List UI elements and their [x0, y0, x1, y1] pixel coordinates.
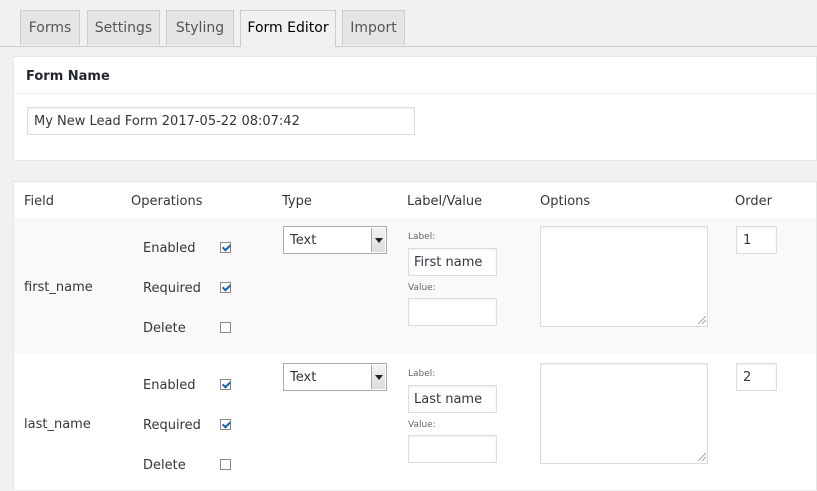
- type-select[interactable]: Text: [283, 363, 387, 391]
- type-select-value: Text: [290, 370, 317, 385]
- field-name: first_name: [24, 280, 93, 295]
- label-caption: Label:: [408, 369, 436, 379]
- fields-panel: Field Operations Type Label/Value Option…: [13, 181, 817, 490]
- enabled-label: Enabled: [143, 378, 196, 393]
- delete-checkbox[interactable]: [220, 459, 231, 470]
- order-input[interactable]: [736, 226, 777, 254]
- header-options: Options: [540, 194, 591, 209]
- required-label: Required: [143, 418, 201, 433]
- form-name-panel: Form Name: [13, 56, 817, 161]
- type-select-value: Text: [290, 233, 317, 248]
- field-name: last_name: [24, 417, 91, 432]
- value-input[interactable]: [408, 435, 497, 463]
- order-input[interactable]: [736, 363, 777, 391]
- header-order: Order: [735, 194, 772, 209]
- value-caption: Value:: [408, 420, 436, 430]
- header-type: Type: [282, 194, 312, 209]
- type-select[interactable]: Text: [283, 226, 387, 254]
- required-checkbox[interactable]: [220, 282, 231, 293]
- enabled-checkbox[interactable]: [220, 379, 231, 390]
- resize-grip-icon[interactable]: [698, 453, 706, 461]
- resize-grip-icon[interactable]: [698, 316, 706, 324]
- chevron-down-icon: [371, 228, 385, 252]
- table-row: last_name Enabled Required Delete Text L…: [14, 355, 816, 491]
- label-input[interactable]: [408, 248, 497, 276]
- form-name-title: Form Name: [26, 69, 110, 84]
- divider: [14, 93, 816, 94]
- tab-form-editor[interactable]: Form Editor: [240, 10, 336, 47]
- tab-import[interactable]: Import: [342, 10, 405, 45]
- header-label-value: Label/Value: [407, 194, 483, 209]
- chevron-down-icon: [371, 365, 385, 389]
- tab-bar: Forms Settings Styling Form Editor Impor…: [0, 0, 817, 47]
- tab-styling[interactable]: Styling: [166, 10, 234, 45]
- label-input[interactable]: [408, 385, 497, 413]
- required-label: Required: [143, 281, 201, 296]
- enabled-label: Enabled: [143, 241, 196, 256]
- delete-label: Delete: [143, 321, 186, 336]
- delete-label: Delete: [143, 458, 186, 473]
- label-caption: Label:: [408, 232, 436, 242]
- table-row: first_name Enabled Required Delete Text …: [14, 218, 816, 354]
- delete-checkbox[interactable]: [220, 322, 231, 333]
- value-input[interactable]: [408, 298, 497, 326]
- enabled-checkbox[interactable]: [220, 242, 231, 253]
- tab-settings[interactable]: Settings: [87, 10, 160, 45]
- tab-forms[interactable]: Forms: [20, 10, 80, 45]
- value-caption: Value:: [408, 283, 436, 293]
- options-textarea[interactable]: [540, 363, 708, 464]
- required-checkbox[interactable]: [220, 419, 231, 430]
- header-operations: Operations: [131, 194, 203, 209]
- header-field: Field: [24, 194, 55, 209]
- form-name-input[interactable]: [27, 107, 415, 135]
- options-textarea[interactable]: [540, 226, 708, 327]
